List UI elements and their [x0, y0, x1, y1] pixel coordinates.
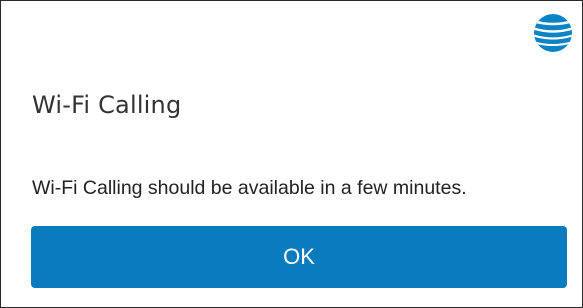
dialog-message: Wi-Fi Calling should be available in a f…: [32, 177, 467, 199]
ok-button[interactable]: OK: [31, 226, 567, 288]
wifi-calling-dialog: Wi-Fi Calling Wi-Fi Calling should be av…: [0, 0, 583, 308]
globe-logo-icon: [532, 12, 574, 54]
dialog-title: Wi-Fi Calling: [32, 91, 182, 119]
